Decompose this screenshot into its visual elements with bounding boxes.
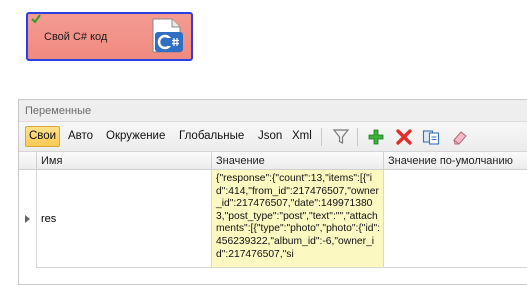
variable-name: res xyxy=(41,213,57,225)
variables-toolbar: Свои Авто Окружение Глобальные Json Xml xyxy=(19,122,527,152)
add-icon[interactable] xyxy=(367,128,385,146)
node-label: Свой C# код xyxy=(44,31,108,43)
variable-default-value[interactable] xyxy=(384,170,527,268)
copy-icon[interactable] xyxy=(422,128,440,146)
variables-grid: Имя Значение Значение по-умолчанию res {… xyxy=(19,152,527,285)
eraser-icon[interactable] xyxy=(450,128,468,146)
tab-json[interactable]: Json xyxy=(255,126,285,147)
column-header-default[interactable]: Значение по-умолчанию xyxy=(384,152,527,170)
toolbar-separator xyxy=(357,128,358,146)
filter-icon[interactable] xyxy=(332,128,350,146)
tab-own[interactable]: Свои xyxy=(25,126,61,147)
grid-header: Имя Значение Значение по-умолчанию xyxy=(19,152,527,170)
tab-environment[interactable]: Окружение xyxy=(103,126,168,147)
column-header-name[interactable]: Имя xyxy=(37,152,212,170)
row-header-corner xyxy=(19,152,37,170)
check-icon xyxy=(31,14,41,24)
table-row-name-cell[interactable]: res xyxy=(37,170,212,268)
panel-title: Переменные xyxy=(19,100,527,122)
toolbar-separator xyxy=(321,128,322,146)
tab-auto[interactable]: Авто xyxy=(65,126,96,147)
tab-xml[interactable]: Xml xyxy=(289,126,315,147)
delete-icon[interactable] xyxy=(395,128,413,146)
row-indicator[interactable] xyxy=(19,170,37,268)
column-header-value[interactable]: Значение xyxy=(212,152,384,170)
variable-value[interactable]: {"response":{"count":13,"items":[{"id":4… xyxy=(212,170,384,268)
row-arrow-icon xyxy=(25,215,30,223)
variables-panel: Переменные Свои Авто Окружение Глобальны… xyxy=(18,99,527,285)
tab-global[interactable]: Глобальные xyxy=(176,126,247,147)
csharp-action-node[interactable]: Свой C# код xyxy=(26,12,193,61)
csharp-file-icon xyxy=(152,18,183,53)
